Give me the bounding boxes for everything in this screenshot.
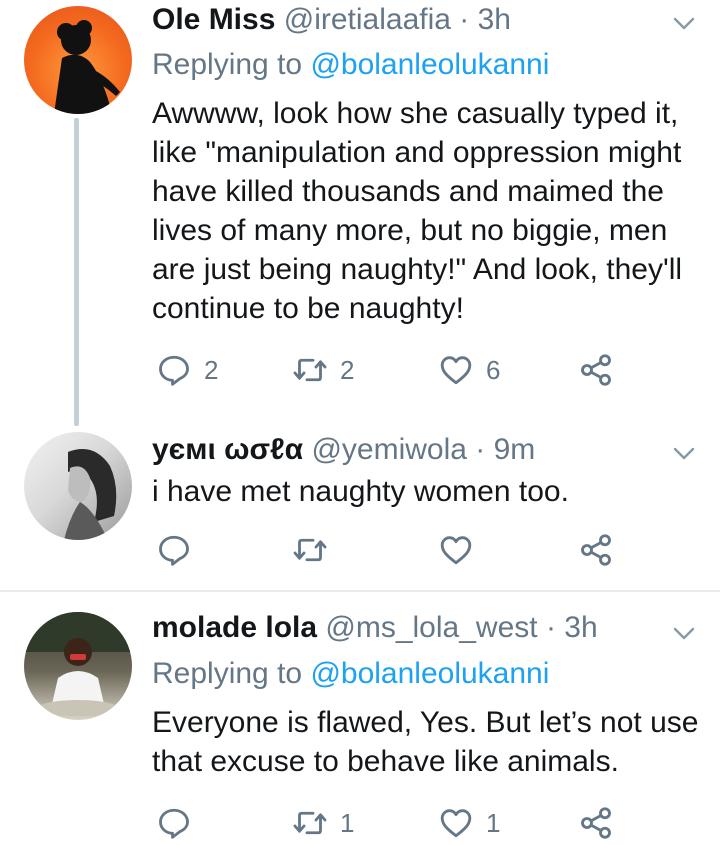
avatar-portrait-icon <box>64 449 117 540</box>
like-count: 6 <box>486 354 501 385</box>
timestamp[interactable]: 3h <box>564 611 597 644</box>
like-count: 1 <box>486 807 501 838</box>
timestamp[interactable]: 9m <box>494 433 536 466</box>
avatar[interactable] <box>24 612 132 720</box>
retweet-count: 2 <box>340 354 355 385</box>
replying-to-label: Replying to <box>152 48 303 81</box>
share-icon <box>581 354 611 386</box>
replying-to-mention[interactable]: @bolanleolukanni <box>310 657 549 690</box>
tweet-2[interactable]: уємι ωσℓα @yemiwola · 9m i have met naug… <box>0 430 720 590</box>
avatar-photo-icon <box>24 612 132 716</box>
reply-button[interactable]: 2 <box>156 348 218 392</box>
tweet-actions: 1 1 <box>152 801 632 845</box>
avatar[interactable] <box>24 432 132 540</box>
like-button[interactable] <box>438 528 486 572</box>
reply-button[interactable] <box>156 528 204 572</box>
tweet-text: i have met naughty women too. <box>152 475 569 508</box>
timestamp[interactable]: 3h <box>478 3 511 36</box>
chevron-down-icon[interactable] <box>672 12 696 36</box>
retweet-icon <box>293 811 327 835</box>
reply-icon <box>159 355 189 386</box>
tweet-actions <box>152 528 632 572</box>
tweet-actions: 2 2 6 <box>152 348 632 392</box>
tweet-3[interactable]: molade lola @ms_lola_west · 3h Replying … <box>0 608 720 839</box>
retweet-count: 1 <box>340 807 355 838</box>
replying-to: Replying to @bolanleolukanni <box>152 654 549 694</box>
user-handle[interactable]: @iretialaafia <box>284 3 451 36</box>
tweet-1[interactable]: Ole Miss @iretialaafia · 3h Replying to … <box>0 0 720 430</box>
tweet-text: Awwww, look how she casually typed it, l… <box>152 97 683 325</box>
reply-icon <box>159 535 189 566</box>
separator-dot: · <box>545 611 556 644</box>
tweet-header: уємι ωσℓα @yemiwola · 9m <box>152 430 535 470</box>
reply-button[interactable] <box>156 801 204 845</box>
share-button[interactable] <box>578 348 614 392</box>
replying-to-mention[interactable]: @bolanleolukanni <box>310 48 549 81</box>
replying-to: Replying to @bolanleolukanni <box>152 45 549 85</box>
display-name[interactable]: molade lola <box>152 611 317 644</box>
separator-dot: · <box>459 3 470 36</box>
replying-to-label: Replying to <box>152 657 303 690</box>
like-icon <box>440 536 472 565</box>
tweet-header: Ole Miss @iretialaafia · 3h <box>152 0 511 40</box>
avatar[interactable] <box>24 6 132 114</box>
share-button[interactable] <box>578 528 614 572</box>
tweet-text: Everyone is flawed, Yes. But let’s not u… <box>152 706 699 778</box>
tweet-header: molade lola @ms_lola_west · 3h <box>152 608 598 648</box>
thread-line <box>74 118 79 426</box>
like-icon <box>440 809 472 838</box>
retweet-button[interactable] <box>292 528 340 572</box>
share-icon <box>581 534 611 566</box>
share-button[interactable] <box>578 801 614 845</box>
display-name[interactable]: уємι ωσℓα <box>152 433 303 466</box>
retweet-icon <box>293 538 327 562</box>
like-icon <box>440 356 472 385</box>
like-button[interactable]: 1 <box>438 801 500 845</box>
user-handle[interactable]: @yemiwola <box>311 433 467 466</box>
reply-count: 2 <box>204 354 219 385</box>
separator-dot: · <box>475 433 486 466</box>
like-button[interactable]: 6 <box>438 348 500 392</box>
chevron-down-icon[interactable] <box>672 442 696 466</box>
retweet-button[interactable]: 2 <box>292 348 354 392</box>
tweet-divider <box>0 590 720 592</box>
retweet-icon <box>293 358 327 382</box>
chevron-down-icon[interactable] <box>672 622 696 646</box>
user-handle[interactable]: @ms_lola_west <box>325 611 537 644</box>
share-icon <box>581 807 611 839</box>
avatar-silhouette-icon <box>54 20 120 114</box>
display-name[interactable]: Ole Miss <box>152 3 275 36</box>
reply-icon <box>159 808 189 839</box>
retweet-button[interactable]: 1 <box>292 801 354 845</box>
